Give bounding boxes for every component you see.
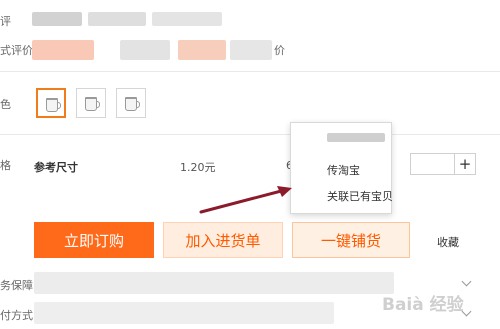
blurred-menu-header [327, 133, 385, 142]
watermark: Baià 经验 [382, 295, 464, 315]
one-click-distribute-button[interactable]: 一键铺货 [292, 222, 410, 258]
cup-icon [85, 97, 100, 111]
spec-price: 1.20元 [180, 161, 216, 174]
buy-now-button[interactable]: 立即订购 [34, 222, 154, 258]
add-to-purchase-list-button[interactable]: 加入进货单 [163, 222, 283, 258]
seller-rating-label: 式评价 [0, 44, 33, 57]
price-suffix: 价 [274, 44, 285, 57]
quantity-plus-button[interactable]: + [454, 153, 476, 175]
color-option-1[interactable] [36, 88, 66, 118]
blurred-content [34, 302, 334, 324]
annotation-arrow-icon [199, 186, 292, 214]
color-option-3[interactable] [116, 88, 146, 118]
menu-item-taobao[interactable]: 传淘宝 [327, 162, 360, 178]
color-label: 色 [0, 98, 11, 111]
blurred-text [32, 40, 94, 60]
service-guarantee-label: 务保障 [0, 279, 33, 292]
spec-label: 格 [0, 159, 11, 172]
menu-item-link-existing[interactable]: 关联已有宝贝 [327, 188, 393, 204]
divider [0, 134, 500, 135]
rating-label: 评 [0, 15, 11, 28]
color-option-2[interactable] [76, 88, 106, 118]
blurred-text [230, 40, 272, 60]
blurred-text [178, 40, 226, 60]
quantity-input[interactable] [410, 153, 454, 175]
divider [0, 71, 500, 72]
blurred-text [120, 40, 170, 60]
cup-icon [46, 98, 61, 112]
cup-icon [125, 97, 140, 111]
chevron-down-icon[interactable] [461, 276, 472, 287]
distribute-dropdown-menu: 传淘宝 关联已有宝贝 [290, 122, 393, 214]
payment-method-label: 付方式 [0, 309, 33, 322]
favorite-link[interactable]: 收藏 [437, 234, 459, 250]
blurred-text [152, 12, 222, 26]
blurred-text [88, 12, 146, 26]
blurred-content [34, 272, 394, 294]
blurred-text [32, 12, 82, 26]
spec-name: 参考尺寸 [34, 161, 78, 174]
